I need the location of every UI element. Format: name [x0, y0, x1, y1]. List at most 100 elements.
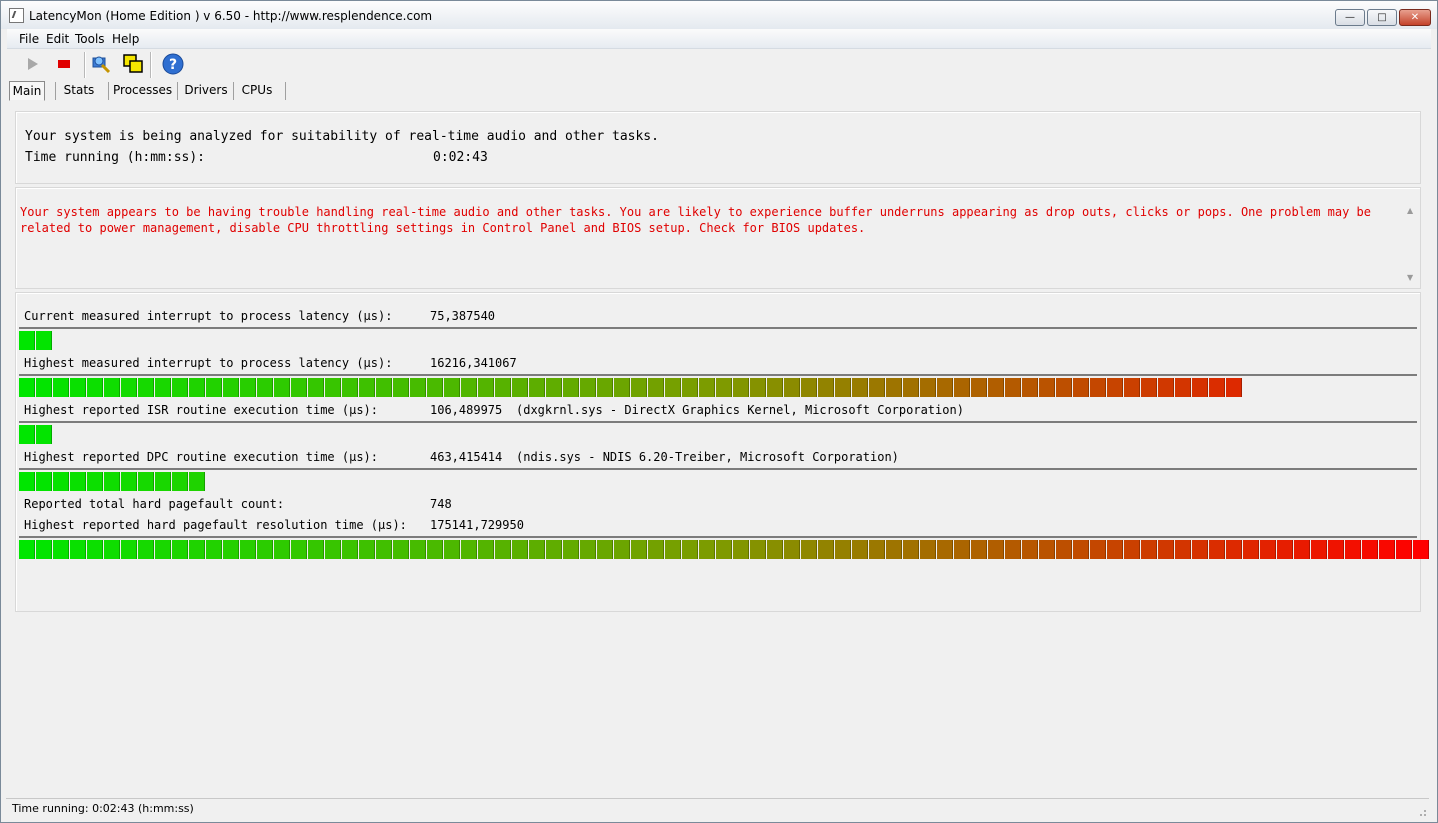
- menu-help[interactable]: Help: [112, 32, 139, 46]
- windows-button[interactable]: [121, 52, 145, 76]
- pagefault-time-label: Highest reported hard pagefault resoluti…: [24, 518, 407, 532]
- bar-segment: [70, 472, 86, 491]
- pagefault-time-bar: [19, 536, 1429, 559]
- tab-main[interactable]: Main: [9, 81, 45, 101]
- bar-segment: [461, 378, 477, 397]
- close-icon: ✕: [1410, 12, 1420, 23]
- bar-segment: [155, 378, 171, 397]
- bar-segment: [733, 540, 749, 559]
- bar-segment: [563, 378, 579, 397]
- bar-segment: [172, 472, 188, 491]
- bar-segment: [189, 540, 205, 559]
- bar-segment: [206, 378, 222, 397]
- stop-button[interactable]: [53, 52, 77, 76]
- pagefault-time-value: 175141,729950: [430, 518, 524, 532]
- bar-segment: [478, 378, 494, 397]
- minimize-button[interactable]: —: [1335, 9, 1365, 26]
- play-icon: [28, 58, 38, 70]
- resize-grip-icon[interactable]: [1417, 807, 1427, 817]
- bar-segment: [104, 540, 120, 559]
- bar-segment: [597, 378, 613, 397]
- menu-tools[interactable]: Tools: [75, 32, 105, 46]
- bar-segment: [461, 540, 477, 559]
- menu-file[interactable]: File: [19, 32, 39, 46]
- bar-segment: [529, 378, 545, 397]
- scroll-down-icon[interactable]: ▼: [1407, 273, 1413, 282]
- isr-driver: (dxgkrnl.sys - DirectX Graphics Kernel, …: [516, 403, 964, 417]
- dpc-label: Highest reported DPC routine execution t…: [24, 450, 379, 464]
- menu-edit[interactable]: Edit: [46, 32, 69, 46]
- current-latency-value: 75,387540: [430, 309, 496, 323]
- bar-segment: [937, 378, 953, 397]
- bar-segment: [1243, 540, 1259, 559]
- app-icon: [9, 8, 24, 23]
- bar-segment: [223, 540, 239, 559]
- bar-segment: [308, 540, 324, 559]
- bar-segment: [682, 540, 698, 559]
- conclusion-scrollbar[interactable]: ▲ ▼: [1404, 202, 1418, 284]
- maximize-button[interactable]: □: [1367, 9, 1397, 26]
- help-glyph: ?: [169, 57, 177, 73]
- highest-latency-value: 16216,341067: [430, 356, 517, 370]
- bar-segment: [733, 378, 749, 397]
- bar-segment: [1039, 540, 1055, 559]
- bar-segment: [818, 540, 834, 559]
- bar-segment: [1073, 378, 1089, 397]
- bar-segment: [648, 378, 664, 397]
- bar-segment: [19, 331, 35, 350]
- bar-segment: [87, 472, 103, 491]
- search-driver-button[interactable]: [89, 52, 113, 76]
- bar-segment: [750, 378, 766, 397]
- highest-latency-bar: [19, 374, 1417, 397]
- bar-segment: [1328, 540, 1344, 559]
- tab-cpus[interactable]: CPUs: [237, 81, 277, 100]
- time-running-label: Time running (h:mm:ss):: [25, 150, 206, 165]
- bar-segment: [70, 540, 86, 559]
- minimize-icon: —: [1345, 12, 1355, 23]
- bar-segment: [1005, 540, 1021, 559]
- help-button[interactable]: ?: [161, 52, 185, 76]
- tab-processes[interactable]: Processes: [113, 81, 172, 100]
- bar-segment: [801, 540, 817, 559]
- bar-segment: [444, 378, 460, 397]
- bar-segment: [1056, 540, 1072, 559]
- bar-segment: [257, 540, 273, 559]
- bar-segment: [19, 378, 35, 397]
- pagefault-count-label: Reported total hard pagefault count:: [24, 497, 285, 511]
- bar-segment: [563, 540, 579, 559]
- bar-segment: [1260, 540, 1276, 559]
- bar-segment: [750, 540, 766, 559]
- bar-segment: [1158, 378, 1174, 397]
- help-icon: ?: [162, 53, 184, 75]
- bar-segment: [1362, 540, 1378, 559]
- bar-segment: [1107, 540, 1123, 559]
- bar-segment: [1226, 378, 1242, 397]
- bar-segment: [682, 378, 698, 397]
- status-bar: Time running: 0:02:43 (h:mm:ss): [6, 798, 1429, 819]
- bar-segment: [954, 378, 970, 397]
- search-driver-icon: [92, 56, 111, 74]
- bar-segment: [852, 540, 868, 559]
- tab-drivers[interactable]: Drivers: [181, 81, 231, 100]
- bar-segment: [1192, 540, 1208, 559]
- tab-separator: [177, 82, 178, 100]
- bar-segment: [189, 472, 205, 491]
- bar-segment: [631, 378, 647, 397]
- current-latency-bar: [19, 327, 1417, 350]
- bar-segment: [53, 378, 69, 397]
- bar-segment: [495, 378, 511, 397]
- scroll-up-icon[interactable]: ▲: [1407, 206, 1413, 215]
- close-button[interactable]: ✕: [1399, 9, 1431, 26]
- bar-segment: [1056, 378, 1072, 397]
- start-button[interactable]: [21, 52, 45, 76]
- tab-stats[interactable]: Stats: [59, 81, 99, 100]
- bar-segment: [19, 472, 35, 491]
- tab-separator: [285, 82, 286, 100]
- bar-segment: [767, 378, 783, 397]
- bar-segment: [53, 540, 69, 559]
- bar-segment: [614, 378, 630, 397]
- bar-segment: [886, 378, 902, 397]
- bar-segment: [495, 540, 511, 559]
- title-bar[interactable]: LatencyMon (Home Edition ) v 6.50 - http…: [1, 1, 1437, 29]
- bar-segment: [342, 378, 358, 397]
